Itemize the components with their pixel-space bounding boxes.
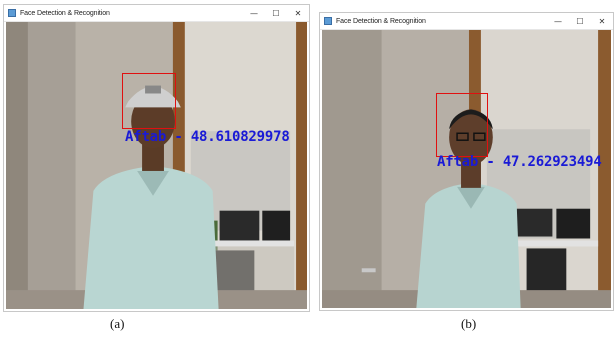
recognition-label: Aftab - 47.262923494 <box>437 154 602 170</box>
camera-frame-image <box>6 22 307 309</box>
window-controls: — ☐ ✕ <box>547 13 613 29</box>
face-detection-box <box>436 93 488 157</box>
window-title: Face Detection & Recognition <box>336 17 426 25</box>
close-button[interactable]: ✕ <box>287 5 309 21</box>
app-icon <box>8 9 16 17</box>
app-icon <box>324 17 332 25</box>
minimize-button[interactable]: — <box>243 5 265 21</box>
window-title: Face Detection & Recognition <box>20 9 110 17</box>
face-detection-box <box>122 73 176 129</box>
figure-caption-a: (a) <box>110 316 125 331</box>
title-bar: Face Detection & Recognition — ☐ ✕ <box>320 13 613 30</box>
maximize-button[interactable]: ☐ <box>569 13 591 29</box>
recognition-label: Aftab - 48.610829978 <box>125 129 290 145</box>
window-controls: — ☐ ✕ <box>243 5 309 21</box>
face-recognition-window-a: Face Detection & Recognition — ☐ ✕ Aftab… <box>3 4 310 312</box>
camera-feed <box>6 22 307 309</box>
close-button[interactable]: ✕ <box>591 13 613 29</box>
maximize-button[interactable]: ☐ <box>265 5 287 21</box>
minimize-button[interactable]: — <box>547 13 569 29</box>
title-bar: Face Detection & Recognition — ☐ ✕ <box>4 5 309 22</box>
figure-caption-b: (b) <box>461 316 477 331</box>
face-recognition-window-b: Face Detection & Recognition — ☐ ✕ Aftab… <box>319 12 614 311</box>
